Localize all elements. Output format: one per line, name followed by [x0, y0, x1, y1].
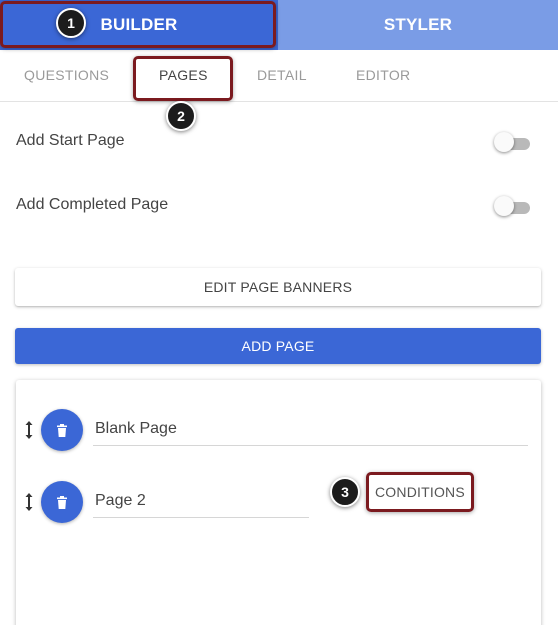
delete-page-button[interactable] [41, 481, 83, 523]
trash-icon [57, 495, 67, 509]
page-name-input[interactable]: Blank Page [93, 416, 528, 446]
page-name-value: Page 2 [95, 492, 146, 509]
tab-questions[interactable]: QUESTIONS [24, 67, 109, 83]
callout-badge-2: 2 [166, 101, 196, 131]
add-completed-page-toggle[interactable] [494, 195, 532, 217]
sub-tab-bar: QUESTIONS PAGES DETAIL EDITOR [0, 50, 558, 102]
toggle-thumb [494, 196, 514, 216]
toggle-thumb [494, 132, 514, 152]
callout-badge-1: 1 [56, 8, 86, 38]
edit-page-banners-label: EDIT PAGE BANNERS [203, 279, 353, 295]
drag-handle-icon[interactable] [24, 420, 34, 440]
delete-page-button[interactable] [41, 409, 83, 451]
callout-highlight-conditions [366, 472, 474, 512]
page-name-value: Blank Page [95, 420, 177, 437]
tab-detail[interactable]: DETAIL [257, 67, 307, 83]
add-completed-page-label: Add Completed Page [16, 196, 169, 213]
callout-badge-3: 3 [330, 477, 360, 507]
edit-page-banners-button[interactable]: EDIT PAGE BANNERS [15, 268, 541, 306]
tab-editor[interactable]: EDITOR [356, 67, 410, 83]
add-page-label: ADD PAGE [241, 338, 315, 354]
tab-styler[interactable]: STYLER [278, 0, 558, 50]
callout-highlight-builder [0, 1, 276, 48]
page-name-input[interactable]: Page 2 [93, 488, 309, 518]
callout-highlight-pages [133, 56, 233, 101]
add-start-page-label: Add Start Page [16, 132, 125, 149]
add-start-page-toggle[interactable] [494, 131, 532, 153]
drag-handle-icon[interactable] [24, 492, 34, 512]
add-page-button[interactable]: ADD PAGE [15, 328, 541, 364]
tab-styler-label: STYLER [383, 15, 453, 34]
trash-icon [57, 423, 67, 437]
